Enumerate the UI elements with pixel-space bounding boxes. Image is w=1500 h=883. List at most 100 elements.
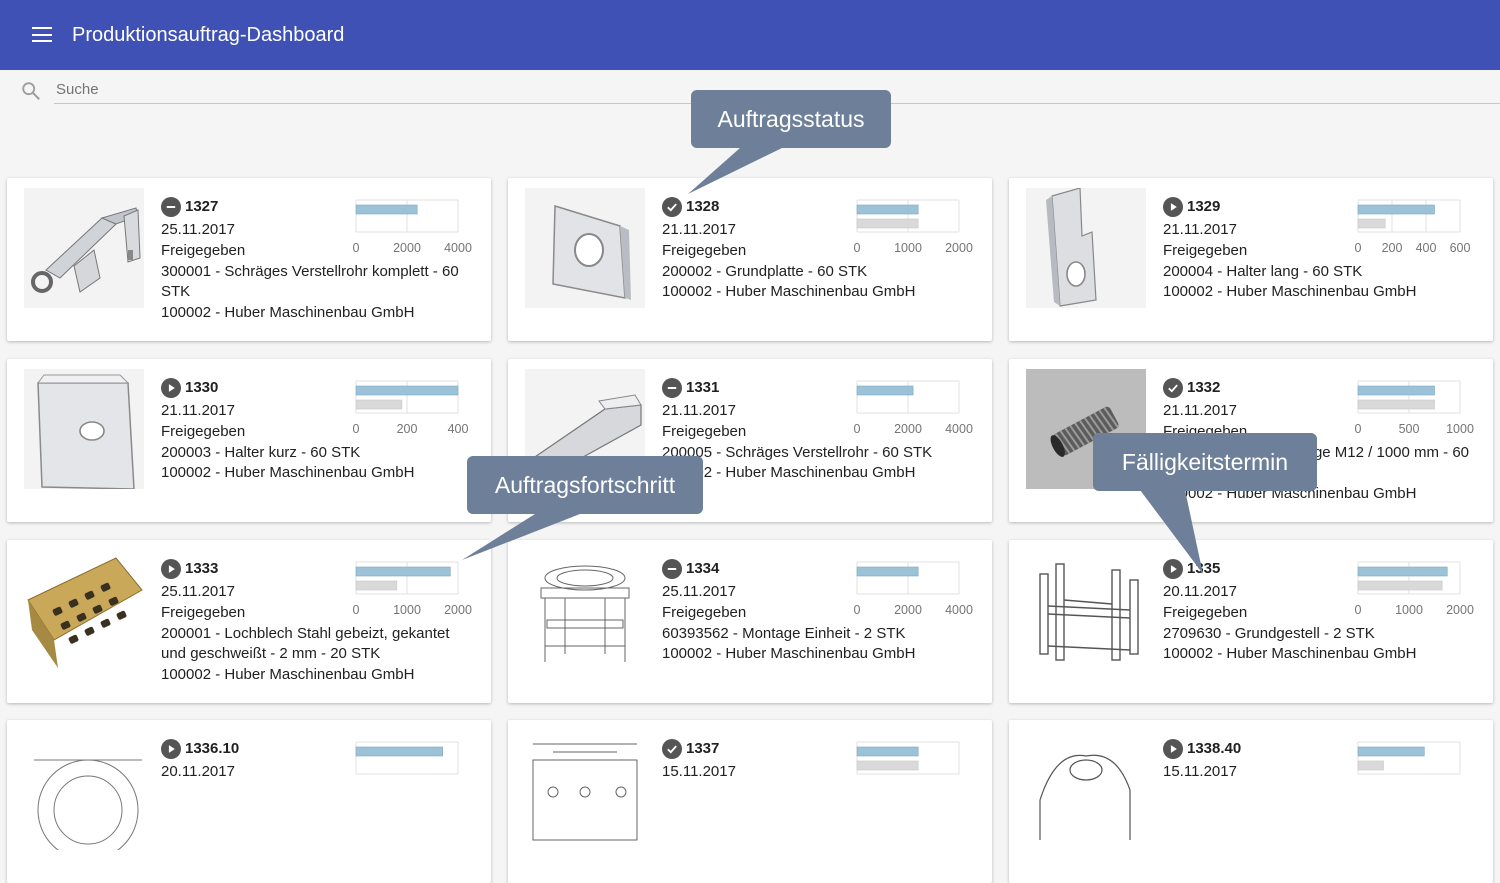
progress-bar-target [355, 399, 403, 410]
progress-chart: 0 2000 4000 [342, 196, 472, 266]
axis-tick-label: 0 [353, 422, 360, 436]
progress-bar-done [1357, 566, 1448, 577]
axis-tick-label: 200 [397, 422, 418, 436]
progress-chart: 0 1000 2000 [1344, 558, 1474, 628]
progress-bar-done [1357, 204, 1435, 215]
minus-circle-icon [662, 559, 682, 579]
axis-tick-label: 0 [353, 603, 360, 617]
order-number: 1337 [686, 739, 720, 757]
product-image [1026, 730, 1146, 850]
progress-bar-target [1357, 580, 1443, 591]
play-circle-icon [161, 739, 181, 759]
order-card-1330[interactable]: 1330 21.11.2017 Freigegeben 200003 - Hal… [7, 359, 491, 522]
progress-chart-svg: 0 2000 4000 [353, 199, 472, 255]
order-card-1327[interactable]: 1327 25.11.2017 Freigegeben 300001 - Sch… [7, 178, 491, 341]
product-image [24, 188, 144, 308]
order-card-1333[interactable]: 1333 25.11.2017 Freigegeben 200001 - Loc… [7, 540, 491, 703]
customer-name: 100002 - Huber Maschinenbau GmbH [662, 464, 916, 482]
progress-bar-target [1357, 399, 1435, 410]
axis-tick-label: 200 [1382, 241, 1403, 255]
progress-bar-target [355, 580, 398, 591]
customer-name: 100002 - Huber Maschinenbau GmbH [1163, 283, 1417, 301]
progress-chart-svg: 0 2000 4000 [854, 561, 973, 617]
progress-bar-done [856, 385, 914, 396]
axis-tick-label: 0 [353, 241, 360, 255]
progress-chart: 0 200 400 [342, 377, 472, 447]
customer-name: 100002 - Huber Maschinenbau GmbH [662, 645, 916, 663]
order-number: 1334 [686, 559, 720, 577]
progress-bar-done [355, 385, 459, 396]
axis-tick-label: 0 [1355, 241, 1362, 255]
progress-chart [843, 738, 973, 808]
app-bar: Produktionsauftrag-Dashboard [0, 0, 1500, 70]
play-circle-icon [1163, 559, 1183, 579]
order-number: 1331 [686, 378, 720, 396]
callout-faelligkeitstermin: Fälligkeitstermin [1093, 433, 1317, 491]
progress-chart [342, 738, 472, 808]
product-image [24, 550, 144, 670]
axis-tick-label: 4000 [444, 241, 472, 255]
order-card-1328[interactable]: 1328 21.11.2017 Freigegeben 200002 - Gru… [508, 178, 992, 341]
article-description: 300001 - Schräges Verstellrohr komplett … [161, 262, 459, 301]
order-number: 1329 [1187, 197, 1221, 215]
axis-tick-label: 1000 [1446, 422, 1474, 436]
minus-circle-icon [161, 197, 181, 217]
product-image [1026, 188, 1146, 308]
order-card-1336.10[interactable]: 1336.10 20.11.2017 [7, 720, 491, 883]
order-number: 1336.10 [185, 739, 240, 757]
order-card-1334[interactable]: 1334 25.11.2017 Freigegeben 60393562 - M… [508, 540, 992, 703]
progress-chart-svg [856, 741, 960, 775]
progress-bar-done [355, 204, 418, 215]
axis-tick-label: 4000 [945, 603, 973, 617]
app-title: Produktionsauftrag-Dashboard [72, 24, 345, 46]
axis-tick-label: 2000 [945, 241, 973, 255]
order-number: 1335 [1187, 559, 1221, 577]
progress-bar-done [1357, 385, 1435, 396]
play-circle-icon [161, 559, 181, 579]
order-card-1329[interactable]: 1329 21.11.2017 Freigegeben 200004 - Hal… [1009, 178, 1493, 341]
axis-tick-label: 2000 [393, 241, 421, 255]
progress-chart-svg [1357, 741, 1461, 775]
axis-tick-label: 2000 [1446, 603, 1474, 617]
menu-icon[interactable] [32, 26, 54, 44]
play-circle-icon [1163, 739, 1183, 759]
search-icon [22, 82, 40, 100]
progress-bar-done [856, 746, 919, 757]
order-card-1335[interactable]: 1335 20.11.2017 Freigegeben 2709630 - Gr… [1009, 540, 1493, 703]
check-circle-icon [662, 739, 682, 759]
product-image [1026, 550, 1146, 670]
progress-chart-svg: 0 200 400 600 [1355, 199, 1471, 255]
product-image [525, 188, 645, 308]
axis-tick-label: 400 [448, 422, 469, 436]
play-circle-icon [1163, 197, 1183, 217]
progress-chart: 0 200 400 600 [1344, 196, 1474, 266]
customer-name: 100002 - Huber Maschinenbau GmbH [662, 283, 916, 301]
order-number: 1338.40 [1187, 739, 1242, 757]
check-circle-icon [1163, 378, 1183, 398]
progress-chart-svg [355, 741, 459, 775]
order-number: 1327 [185, 197, 219, 215]
progress-chart: 0 2000 4000 [843, 377, 973, 447]
progress-chart-svg: 0 1000 2000 [1355, 561, 1474, 617]
axis-tick-label: 2000 [894, 603, 922, 617]
axis-tick-label: 1000 [894, 241, 922, 255]
order-card-1337[interactable]: 1337 15.11.2017 [508, 720, 992, 883]
product-image [525, 730, 645, 850]
axis-tick-label: 0 [854, 603, 861, 617]
axis-tick-label: 1000 [1395, 603, 1423, 617]
axis-tick-label: 0 [854, 241, 861, 255]
progress-chart: 0 1000 2000 [342, 558, 472, 628]
customer-name: 100002 - Huber Maschinenbau GmbH [161, 666, 415, 684]
minus-circle-icon [662, 378, 682, 398]
callout-auftragsfortschritt: Auftragsfortschritt [467, 456, 703, 514]
progress-bar-done [355, 566, 451, 577]
axis-tick-label: 400 [1416, 241, 1437, 255]
order-card-1338.40[interactable]: 1338.40 15.11.2017 [1009, 720, 1493, 883]
progress-chart [1344, 738, 1474, 808]
axis-tick-label: 2000 [444, 603, 472, 617]
axis-tick-label: 600 [1450, 241, 1471, 255]
play-circle-icon [161, 378, 181, 398]
progress-bar-done [1357, 746, 1425, 757]
customer-name: 100002 - Huber Maschinenbau GmbH [161, 464, 415, 482]
customer-name: 100002 - Huber Maschinenbau GmbH [161, 304, 415, 322]
